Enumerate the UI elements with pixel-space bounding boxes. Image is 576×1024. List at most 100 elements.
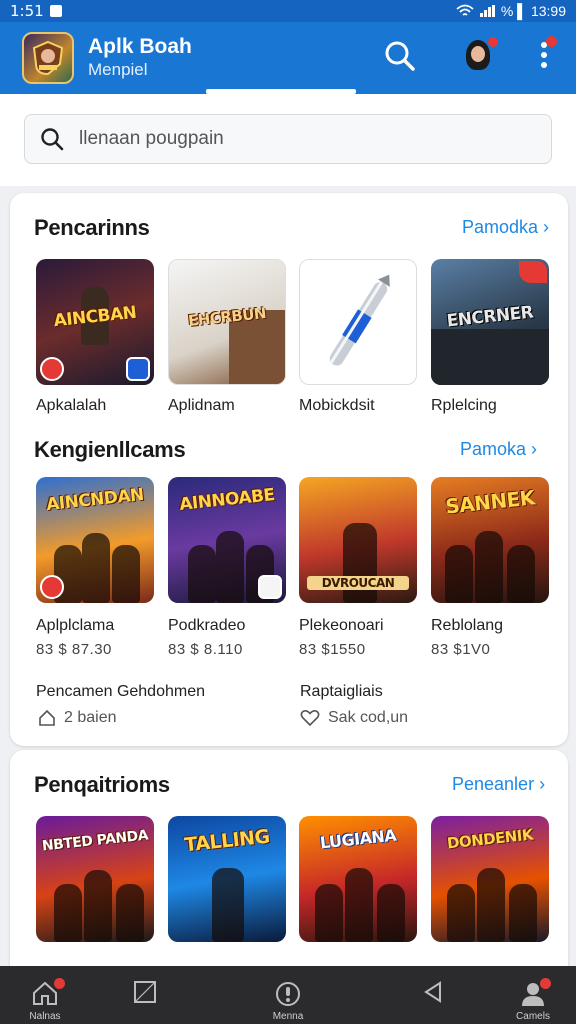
app-tile[interactable]: ENCRNER [431,259,549,385]
nav-label: Camels [516,1011,550,1022]
tile-art-text: DVROUCAN [307,575,409,590]
notification-dot [487,36,499,48]
info-icon [276,982,300,1006]
avatar-face [471,46,485,62]
pen-icon [329,274,390,366]
app-tile[interactable]: AINNOABE [168,477,286,603]
tile-art-text: LUGIANA [319,825,397,853]
home-icon [39,709,55,726]
tile-label: Aplidnam [168,397,235,414]
app-tile[interactable]: AINCBAN [36,259,154,385]
tile-price: 83 $1V0 [431,641,491,658]
section-more-link[interactable]: Pamoka › [460,439,537,460]
avatar[interactable] [460,36,499,76]
meta-sub-text: 2 baien [64,709,117,726]
app-title: Aplk Boah [88,35,192,58]
section-card: Penqaitrioms Peneanler › NBTED PANDA TAL… [10,750,568,980]
tile-label: Reblolang [431,617,504,634]
tile-price: 83 $ 87.30 [36,641,112,658]
section-card: Pencarinns Pamodka › AINCBAN Apkalalah E… [10,193,568,746]
meta-subline[interactable]: Sak cod,un [300,709,408,727]
tile-price: 83 $ 8.110 [168,641,243,658]
tile-label: Aplplclama [36,617,115,634]
section-title: Penqaitrioms [34,772,170,797]
search-button[interactable] [382,38,418,74]
app-tile[interactable]: NBTED PANDA [36,816,154,942]
meta-subline[interactable]: 2 baien [38,709,117,727]
meta-sub-text: Sak cod,un [328,709,409,726]
meta-title: Pencamen Gehdohmen [36,683,205,700]
tile-figure [447,884,475,942]
search-input[interactable] [79,128,499,150]
tile-figure [509,884,537,942]
app-logo[interactable] [22,32,74,84]
nav-label: Menna [272,1011,304,1022]
status-indicators: % ▌ 13:99 [456,3,566,19]
tile-art-text: DONDENIK [446,825,534,853]
more-dot-icon [541,62,547,68]
tile-figure [112,545,140,603]
app-tile[interactable]: EHCRBUN [168,259,286,385]
nav-item-square[interactable] [100,966,190,1024]
app-tile[interactable]: AINCNDAN [36,477,154,603]
tile-badge-icon [126,357,150,381]
search-box[interactable] [24,114,552,164]
tile-figure [84,870,112,942]
section-title: Kengienllcams [34,437,186,462]
tile-art-text: AINCNDAN [45,484,145,515]
tile-label: Podkradeo [168,617,246,634]
tile-figure [212,868,244,942]
nav-item-back[interactable] [388,966,478,1024]
tile-figure [315,884,343,942]
section-title: Pencarinns [34,215,150,240]
app-tile[interactable] [299,259,417,385]
app-tile[interactable]: DVROUCAN [299,477,417,603]
tile-badge-icon [519,261,547,283]
tile-art-text: SANNEK [444,485,536,519]
section-more-link[interactable]: Pamodka › [462,217,549,238]
tile-art-text: NBTED PANDA [41,827,149,855]
heart-icon [300,710,320,727]
app-tile[interactable]: SANNEK [431,477,549,603]
square-icon [134,981,156,1003]
app-tile[interactable]: TALLING [168,816,286,942]
tile-figure [82,533,110,603]
more-menu-button[interactable] [534,36,557,76]
tile-figure [188,545,216,603]
tile-figure [377,884,405,942]
nav-item-home[interactable]: Nalnas [0,966,90,1024]
section-more-link[interactable]: Peneanler › [452,774,545,795]
tile-badge-icon [40,357,64,381]
meta-title: Raptaigliais [300,683,383,700]
nav-label: Nalnas [29,1011,61,1022]
status-time: 1:51 [10,2,44,20]
tile-price: 83 $1550 [299,641,366,658]
search-area [0,94,576,186]
more-dot-icon [541,52,547,58]
app-bar: Aplk Boah Menpiel [0,22,576,94]
nav-item-menu[interactable]: Menna [243,966,333,1024]
tile-art-text: AINNOABE [178,484,276,515]
signal-icon [479,5,495,17]
back-icon [424,981,441,1003]
tile-figure [445,545,473,603]
tile-figure [54,884,82,942]
tile-figure [477,868,505,942]
tile-label: Plekeonoari [299,617,384,634]
bottom-navigation: Nalnas Menna Camels [0,966,576,1024]
tile-ground [431,329,549,385]
tile-figure [345,868,373,942]
tile-label: Apkalalah [36,397,107,414]
tile-figure [507,545,535,603]
nav-item-profile[interactable]: Camels [488,966,576,1024]
tile-art-text: TALLING [183,825,271,857]
tile-figure [116,884,144,942]
notification-icon [49,5,62,17]
tile-badge-icon [258,575,282,599]
app-tile[interactable]: LUGIANA [299,816,417,942]
tile-figure [475,531,503,603]
notification-dot [54,978,65,989]
tile-label: Rplelcing [431,397,497,414]
app-tile[interactable]: DONDENIK [431,816,549,942]
notification-dot [546,36,557,47]
